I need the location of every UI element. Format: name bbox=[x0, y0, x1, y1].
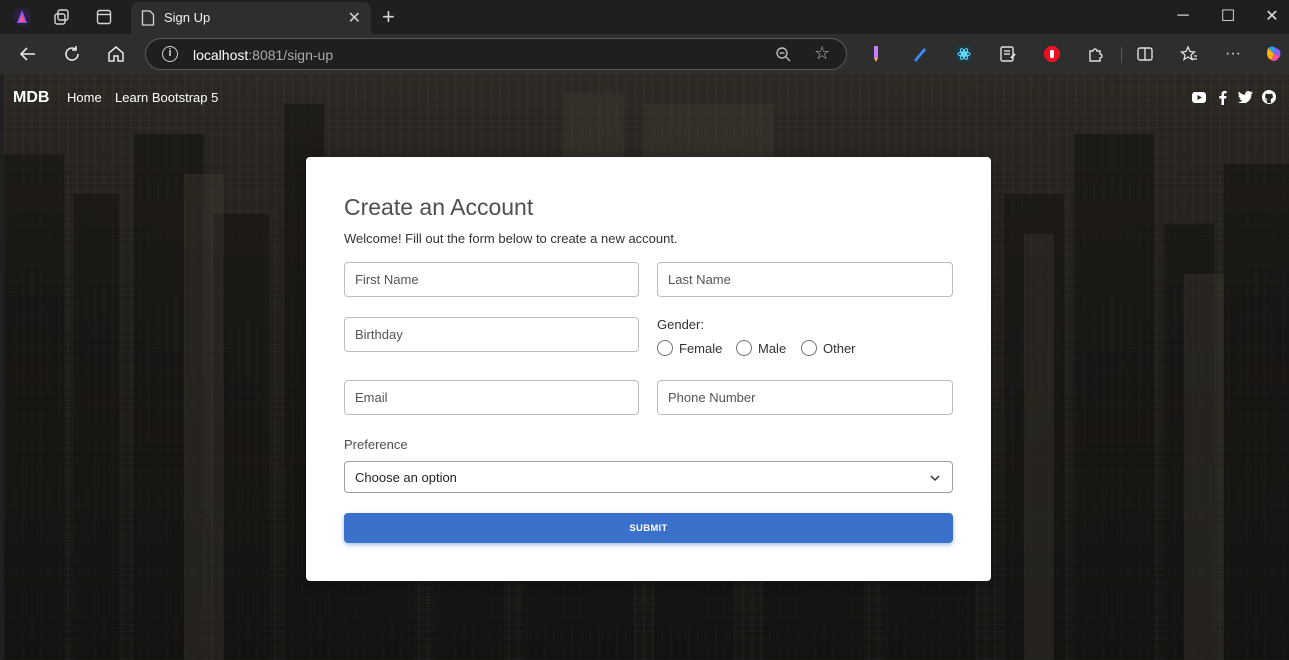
more-icon[interactable]: ··· bbox=[1223, 44, 1243, 64]
radio-female[interactable] bbox=[657, 340, 673, 356]
email-field bbox=[344, 380, 639, 415]
gender-option-male[interactable]: Male bbox=[736, 340, 786, 356]
first-name-field bbox=[344, 262, 639, 297]
birthday-field bbox=[344, 317, 639, 352]
gender-option-other[interactable]: Other bbox=[801, 340, 856, 356]
gender-option-female[interactable]: Female bbox=[657, 340, 722, 356]
facebook-icon[interactable] bbox=[1214, 89, 1230, 105]
extensions-puzzle-icon[interactable] bbox=[1086, 44, 1106, 64]
browser-toolbar: i localhost:8081/sign-up ☆ ··· bbox=[0, 34, 1289, 74]
radio-male[interactable] bbox=[736, 340, 752, 356]
toolbar-divider bbox=[1121, 47, 1122, 63]
birthday-input[interactable] bbox=[345, 318, 638, 351]
first-name-input[interactable] bbox=[345, 263, 638, 296]
brand-logo[interactable]: MDB bbox=[13, 89, 49, 107]
profile-icon[interactable] bbox=[12, 7, 32, 27]
extension-pencil-icon[interactable] bbox=[866, 44, 886, 64]
last-name-input[interactable] bbox=[658, 263, 952, 296]
tab-actions-icon[interactable] bbox=[94, 7, 114, 27]
page-icon bbox=[141, 10, 155, 26]
chevron-down-icon bbox=[930, 475, 940, 482]
nav-link-learn-bootstrap[interactable]: Learn Bootstrap 5 bbox=[115, 90, 218, 105]
github-icon[interactable] bbox=[1261, 89, 1277, 105]
close-icon: ✕ bbox=[1265, 8, 1279, 25]
refresh-icon[interactable] bbox=[62, 44, 82, 64]
home-icon[interactable] bbox=[106, 44, 126, 64]
preference-select[interactable]: Choose an option bbox=[344, 461, 953, 493]
favorite-star-icon[interactable]: ☆ bbox=[814, 43, 830, 64]
site-info-icon[interactable]: i bbox=[162, 46, 178, 62]
page-title: Create an Account bbox=[344, 194, 534, 220]
minimize-icon: ─ bbox=[1177, 7, 1189, 24]
zoom-out-icon[interactable] bbox=[775, 46, 791, 67]
url-text[interactable]: localhost:8081/sign-up bbox=[193, 47, 333, 63]
preference-label: Preference bbox=[344, 437, 408, 452]
new-tab-icon[interactable]: + bbox=[382, 4, 395, 30]
back-icon[interactable] bbox=[18, 44, 38, 64]
address-bar[interactable]: i localhost:8081/sign-up ☆ bbox=[145, 38, 847, 70]
youtube-icon[interactable] bbox=[1191, 89, 1207, 105]
nav-link-home[interactable]: Home bbox=[67, 90, 102, 105]
phone-field bbox=[657, 380, 953, 415]
radio-male-label: Male bbox=[758, 340, 787, 356]
extension-react-icon[interactable] bbox=[954, 44, 974, 64]
page-viewport: MDB Home Learn Bootstrap 5 Create an Acc… bbox=[4, 74, 1289, 660]
last-name-field bbox=[657, 262, 953, 297]
phone-input[interactable] bbox=[658, 381, 952, 414]
twitter-icon[interactable] bbox=[1237, 89, 1253, 105]
email-input[interactable] bbox=[345, 381, 638, 414]
gender-label: Gender: bbox=[657, 317, 704, 332]
extension-pen-icon[interactable] bbox=[910, 44, 930, 64]
copilot-icon[interactable] bbox=[1264, 44, 1284, 64]
favorites-icon[interactable] bbox=[1179, 44, 1199, 64]
active-tab[interactable]: Sign Up ✕ bbox=[131, 2, 371, 34]
close-tab-icon[interactable]: ✕ bbox=[348, 8, 361, 28]
workspaces-icon[interactable] bbox=[52, 7, 72, 27]
submit-button[interactable]: SUBMIT bbox=[344, 513, 953, 543]
maximize-button[interactable]: ☐ bbox=[1205, 0, 1251, 32]
radio-other-label: Other bbox=[823, 340, 856, 356]
signup-card: Create an Account Welcome! Fill out the … bbox=[306, 157, 991, 581]
extension-notes-icon[interactable] bbox=[998, 44, 1018, 64]
maximize-icon: ☐ bbox=[1220, 8, 1236, 25]
form-subtitle: Welcome! Fill out the form below to crea… bbox=[344, 231, 678, 246]
extension-stop-icon[interactable] bbox=[1042, 44, 1062, 64]
minimize-button[interactable]: ─ bbox=[1160, 0, 1206, 32]
split-screen-icon[interactable] bbox=[1135, 44, 1155, 64]
radio-female-label: Female bbox=[679, 340, 723, 356]
tab-title: Sign Up bbox=[164, 10, 211, 25]
page-navbar: MDB Home Learn Bootstrap 5 bbox=[4, 74, 1289, 120]
preference-selected-value: Choose an option bbox=[355, 470, 457, 485]
close-window-button[interactable]: ✕ bbox=[1249, 0, 1289, 32]
radio-other[interactable] bbox=[801, 340, 817, 356]
browser-tab-bar: Sign Up ✕ + ─ ☐ ✕ bbox=[0, 0, 1289, 34]
